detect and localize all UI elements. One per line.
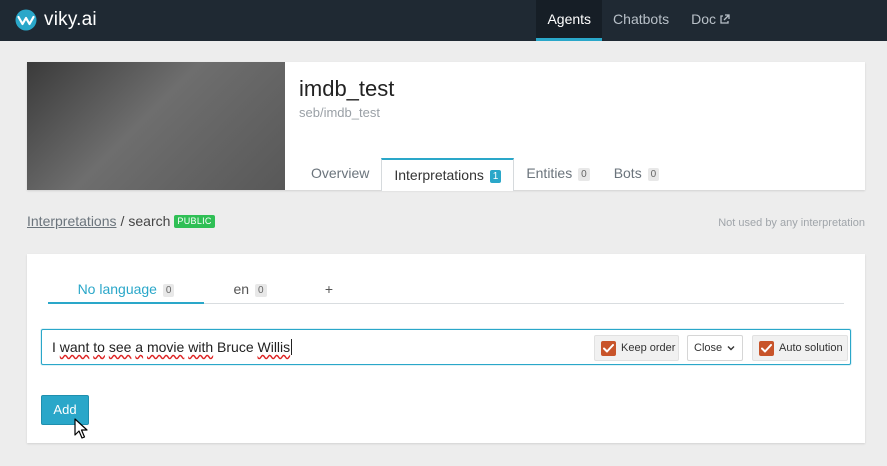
keep-order-toggle[interactable]: Keep order — [594, 335, 679, 361]
external-link-icon — [719, 1, 730, 39]
tab-interpretations[interactable]: Interpretations 1 — [381, 158, 515, 191]
sentence-word: a — [135, 339, 144, 355]
sentence-word: see — [108, 339, 132, 355]
agent-tabs: Overview Interpretations 1 Entities 0 Bo… — [299, 158, 671, 191]
sentence-word: want — [59, 339, 90, 355]
sentence-word: Willis — [257, 339, 291, 355]
viky-logo-icon — [15, 9, 37, 31]
nav-chatbots-label: Chatbots — [613, 11, 670, 27]
breadcrumb-interpretations-link[interactable]: Interpretations — [27, 213, 117, 229]
logo-text: viky.ai — [44, 9, 97, 30]
tab-en-label: en — [233, 281, 250, 297]
bots-count-badge: 0 — [647, 168, 660, 181]
auto-solution-toggle[interactable]: Auto solution — [752, 335, 848, 361]
breadcrumb-separator: / — [120, 213, 125, 229]
text-caret — [291, 339, 293, 355]
entities-count-badge: 0 — [578, 168, 590, 181]
breadcrumb: Interpretations / search PUBLIC — [27, 213, 215, 229]
tab-no-language-label: No language — [77, 281, 157, 297]
no-language-count-badge: 0 — [162, 284, 175, 297]
agent-name: imdb_test — [299, 76, 395, 101]
usage-note: Not used by any interpretation — [718, 217, 865, 229]
sentence-word: to — [93, 339, 105, 355]
tab-bots-label: Bots — [613, 165, 642, 181]
agent-slug: seb/imdb_test — [299, 105, 380, 120]
proximity-value: Close — [694, 342, 723, 354]
add-language-label: + — [324, 281, 334, 297]
sentence-word: with — [188, 339, 214, 355]
sentence-input[interactable]: I want to see a movie with Bruce Willis … — [41, 329, 851, 365]
keep-order-label: Keep order — [621, 342, 676, 354]
tab-interpretations-label: Interpretations — [394, 167, 484, 183]
sentence-word: movie — [146, 339, 185, 355]
proximity-select[interactable]: Close — [687, 335, 743, 361]
checkbox-checked-icon — [759, 340, 774, 356]
language-tabs: No language 0 en 0 + — [48, 276, 844, 304]
checkbox-checked-icon — [601, 340, 616, 356]
nav-links: Agents Chatbots Doc — [536, 0, 887, 41]
tab-overview[interactable]: Overview — [299, 158, 381, 190]
breadcrumb-current: search — [128, 213, 171, 229]
tab-entities[interactable]: Entities 0 — [514, 158, 601, 190]
tab-bots[interactable]: Bots 0 — [602, 158, 671, 190]
interpretation-editor-card: No language 0 en 0 + I want to see a mov… — [27, 254, 865, 443]
sentence-word: I — [52, 339, 56, 355]
interpretations-count-badge: 1 — [489, 170, 502, 183]
nav-agents-label: Agents — [547, 11, 592, 27]
nav-chatbots[interactable]: Chatbots — [602, 0, 680, 41]
public-badge: PUBLIC — [174, 214, 215, 228]
tab-overview-label: Overview — [311, 165, 370, 181]
chevron-down-icon — [727, 342, 735, 354]
tab-entities-label: Entities — [526, 165, 573, 181]
nav-doc[interactable]: Doc — [680, 0, 887, 41]
nav-doc-label: Doc — [691, 11, 716, 27]
tab-en[interactable]: en 0 — [204, 276, 296, 304]
agent-cover-image — [27, 62, 285, 190]
agent-header-card: imdb_test seb/imdb_test Overview Interpr… — [27, 62, 865, 191]
nav-agents[interactable]: Agents — [536, 0, 603, 41]
logo[interactable]: viky.ai — [14, 8, 97, 32]
en-count-badge: 0 — [254, 284, 267, 297]
tab-no-language[interactable]: No language 0 — [48, 276, 204, 304]
mouse-pointer-icon — [74, 418, 88, 445]
top-navbar: viky.ai Agents Chatbots Doc — [0, 0, 887, 41]
sentence-text[interactable]: I want to see a movie with Bruce Willis — [52, 339, 293, 355]
add-language-tab[interactable]: + — [296, 276, 362, 304]
sentence-word: Bruce — [217, 339, 254, 355]
auto-solution-label: Auto solution — [779, 342, 843, 354]
